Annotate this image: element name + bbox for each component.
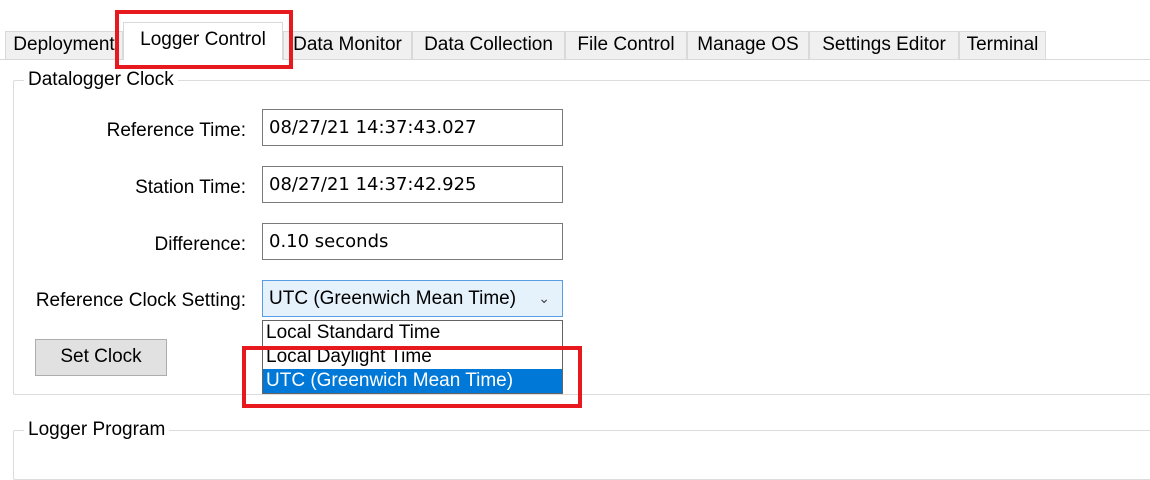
option-local-standard-time[interactable]: Local Standard Time [263,321,562,345]
tab-logger-control[interactable]: Logger Control [123,22,283,60]
reference-time-label: Reference Time: [106,120,246,141]
tab-terminal[interactable]: Terminal [959,31,1046,59]
reference-clock-setting-label: Reference Clock Setting: [35,290,246,311]
reference-clock-select[interactable]: UTC (Greenwich Mean Time) ⌄ [262,280,563,317]
tab-bar: Deployment Logger Control Data Monitor D… [0,0,1150,60]
option-local-daylight-time[interactable]: Local Daylight Time [263,345,562,369]
logger-program-legend: Logger Program [28,419,166,440]
tab-file-control[interactable]: File Control [565,31,687,59]
difference-label: Difference: [154,234,246,255]
tab-data-collection[interactable]: Data Collection [412,31,565,59]
chevron-down-icon[interactable]: ⌄ [538,281,550,316]
station-time-field[interactable]: 08/27/21 14:37:42.925 [262,166,563,203]
reference-clock-dropdown: Local Standard Time Local Daylight Time … [262,320,563,394]
reference-clock-value: UTC (Greenwich Mean Time) [269,288,517,309]
station-time-label: Station Time: [135,177,246,198]
tab-settings-editor[interactable]: Settings Editor [809,31,959,59]
difference-field[interactable]: 0.10 seconds [262,223,563,260]
set-clock-button[interactable]: Set Clock [35,339,167,376]
reference-time-field[interactable]: 08/27/21 14:37:43.027 [262,109,563,146]
tab-deployment[interactable]: Deployment [5,31,123,59]
tab-data-monitor[interactable]: Data Monitor [283,31,412,59]
datalogger-clock-legend: Datalogger Clock [28,69,174,90]
logger-program-group: Logger Program [13,420,1150,480]
tab-manage-os[interactable]: Manage OS [687,31,809,59]
option-utc[interactable]: UTC (Greenwich Mean Time) [263,369,562,393]
